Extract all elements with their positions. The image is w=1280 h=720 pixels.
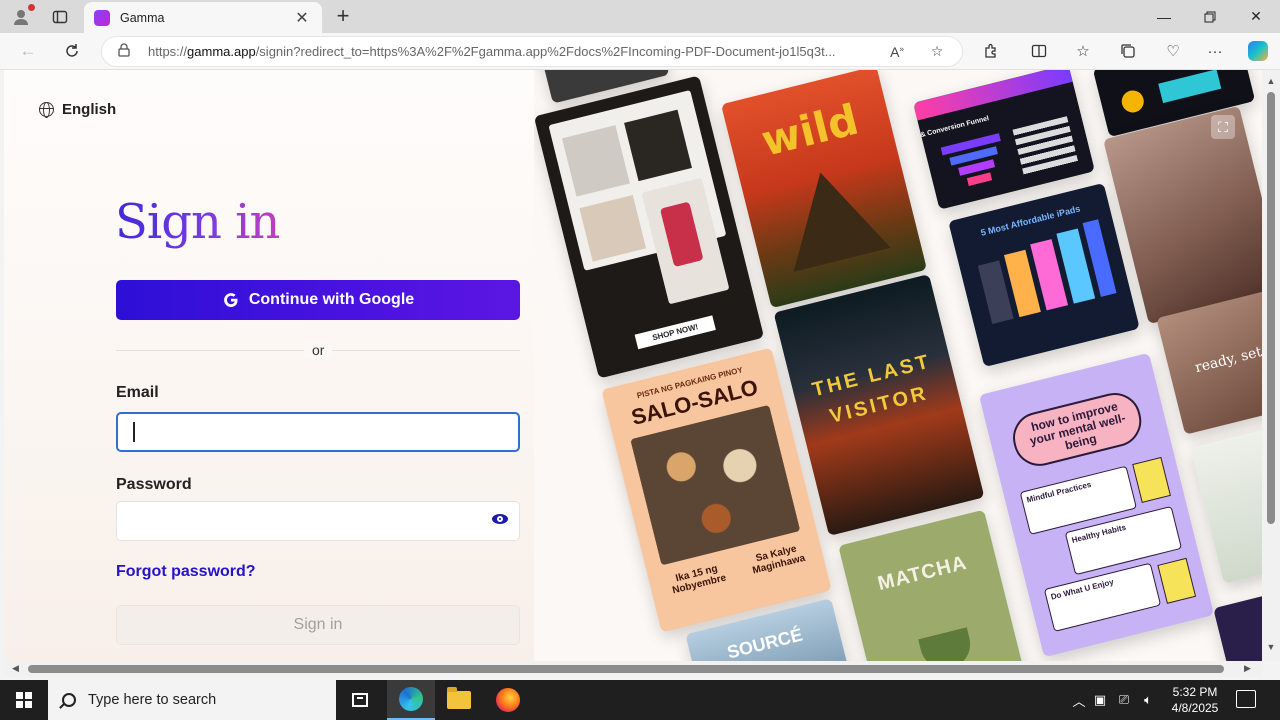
tab-close-icon[interactable]: ✕ (292, 8, 312, 28)
expand-image-icon[interactable]: ⛶ (1211, 115, 1235, 139)
horizontal-scroll-thumb[interactable] (28, 665, 1224, 673)
search-placeholder: Type here to search (88, 692, 217, 708)
copilot-icon[interactable] (1243, 38, 1273, 64)
taskbar-search-box[interactable]: Type here to search (48, 680, 336, 720)
salo-date: Ika 15 ng Nobyembre (671, 563, 728, 597)
firefox-icon (496, 688, 520, 712)
collage-card-matcha: MATCHA (838, 509, 1030, 661)
taskbar-clock[interactable]: 5:32 PM 4/8/2025 (1155, 684, 1235, 716)
show-password-eye-icon[interactable] (492, 514, 508, 524)
page-viewport: English Sign in Continue with Google or … (4, 70, 1262, 661)
sign-in-button[interactable]: Sign in (116, 605, 520, 645)
vertical-scrollbar[interactable]: ▲ ▼ (1262, 70, 1280, 661)
collage-card-wild: wild (720, 70, 928, 309)
taskbar-firefox[interactable] (484, 680, 532, 720)
taskbar-edge[interactable] (387, 680, 435, 720)
last-visitor-title: THE LAST VISITOR (809, 350, 934, 428)
read-aloud-icon[interactable]: A» (884, 44, 910, 60)
source-title: SOURCÉ (725, 624, 805, 661)
collage-card-plant (1190, 426, 1262, 584)
globe-icon (39, 102, 54, 118)
profile-notification-dot (28, 4, 35, 11)
gamma-favicon-icon (94, 9, 110, 26)
vertical-scroll-thumb[interactable] (1267, 92, 1275, 524)
edge-icon (399, 687, 423, 711)
browser-essentials-icon[interactable]: ♡ (1158, 38, 1188, 64)
clock-date: 4/8/2025 (1171, 701, 1219, 715)
tab-title: Gamma (120, 10, 165, 25)
continue-with-google-button[interactable]: Continue with Google (116, 280, 520, 320)
scroll-right-arrow-icon[interactable]: ▶ (1244, 663, 1251, 674)
task-view-icon (352, 693, 368, 707)
forgot-password-link[interactable]: Forgot password? (116, 563, 256, 581)
task-view-button[interactable] (336, 680, 384, 720)
tab-bar: Gamma ✕ + — ✕ (0, 0, 1280, 33)
tab-gamma[interactable]: Gamma ✕ (84, 2, 322, 33)
scroll-down-arrow-icon[interactable]: ▼ (1266, 642, 1276, 652)
ready-text: ready, set (1193, 344, 1262, 377)
windows-logo-icon (16, 692, 32, 708)
taskbar-file-explorer[interactable] (435, 680, 483, 720)
shop-now-label: SHOP NOW! (634, 315, 716, 350)
url-text: https://gamma.app/signin?redirect_to=htt… (148, 44, 836, 59)
extensions-icon[interactable] (976, 38, 1006, 64)
signin-panel: English Sign in Continue with Google or … (4, 70, 534, 661)
page-title: Sign in (115, 194, 280, 250)
scroll-left-arrow-icon[interactable]: ◀ (12, 663, 19, 674)
collage-card-funnel: Design & Conversion Funnel (913, 70, 1095, 210)
system-tray: ︿ ▣ ⎚ 🔈︎ (1070, 680, 1160, 720)
refresh-button[interactable] (57, 37, 87, 65)
text-cursor (133, 422, 135, 442)
collage-card-ipads: 5 Most Affordable iPads (948, 182, 1140, 368)
network-icon[interactable]: ⎚ (1112, 692, 1136, 708)
split-screen-icon[interactable] (1024, 38, 1054, 64)
scroll-up-arrow-icon[interactable]: ▲ (1266, 76, 1276, 86)
close-window-button[interactable]: ✕ (1233, 0, 1279, 33)
horizontal-scrollbar[interactable]: ◀ ▶ (4, 661, 1262, 677)
tray-chevron-up-icon[interactable]: ︿ (1070, 691, 1088, 710)
tray-device-icon[interactable]: ▣ (1088, 692, 1112, 708)
password-field[interactable] (116, 501, 520, 541)
mental-item-3: Do What U Enjoy (1043, 562, 1162, 632)
email-field[interactable] (116, 412, 520, 452)
favorites-icon[interactable]: ☆ (1068, 38, 1098, 64)
email-label: Email (116, 384, 159, 401)
settings-more-icon[interactable]: ··· (1200, 38, 1230, 64)
back-button[interactable]: ← (13, 37, 43, 65)
folder-icon (447, 687, 471, 709)
windows-taskbar: Type here to search ︿ ▣ ⎚ 🔈︎ 5:32 PM 4/8… (0, 680, 1280, 720)
start-button[interactable] (0, 680, 48, 720)
notification-center-icon[interactable] (1236, 690, 1256, 708)
gallery-collage: SHOP NOW! wild Design & Conversion Funne… (534, 70, 1262, 661)
collections-icon[interactable] (1113, 38, 1143, 64)
password-label: Password (116, 476, 192, 493)
new-tab-button[interactable]: + (330, 3, 356, 28)
language-label: English (62, 101, 117, 118)
divider-or-text: or (304, 342, 333, 358)
language-selector[interactable]: English (39, 101, 116, 118)
collage-card-fragment-2 (1213, 593, 1262, 661)
lock-icon[interactable] (118, 43, 132, 60)
address-toolbar: ← https://gamma.app/signin?redirect_to=h… (0, 33, 1280, 70)
url-bar[interactable]: https://gamma.app/signin?redirect_to=htt… (101, 36, 963, 67)
favorite-star-icon[interactable]: ☆ (924, 43, 950, 60)
restore-button[interactable] (1187, 0, 1233, 33)
minimize-button[interactable]: — (1141, 0, 1187, 33)
search-icon (62, 693, 76, 707)
salo-location: Sa Kalye Maginhawa (751, 543, 807, 577)
matcha-title: MATCHA (875, 551, 970, 596)
clock-time: 5:32 PM (1172, 685, 1218, 699)
google-icon (223, 293, 238, 307)
tab-actions-icon[interactable] (45, 4, 75, 30)
google-button-label: Continue with Google (248, 291, 415, 308)
